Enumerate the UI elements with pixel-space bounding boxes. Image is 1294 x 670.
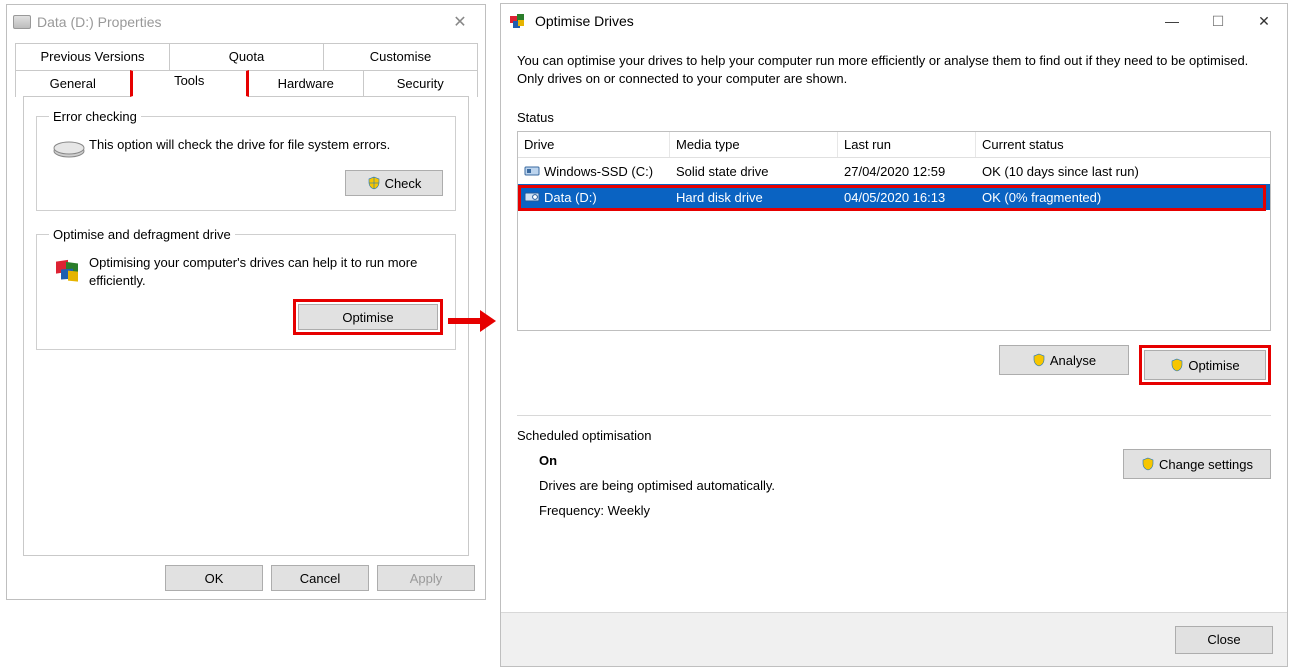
col-last[interactable]: Last run [838,132,976,157]
shield-icon [1141,457,1155,471]
optimise-text: Optimising your computer's drives can he… [89,254,443,289]
scheduled-optimisation: On Drives are being optimised automatica… [517,449,1271,523]
optimise-button-highlight: Optimise [293,299,443,335]
status-label: Status [517,110,1271,125]
error-checking-group: Error checking This option will check th… [36,109,456,211]
drive-list[interactable]: Drive Media type Last run Current status… [517,131,1271,331]
optimise-icon [49,254,89,286]
optimise-button[interactable]: Optimise [298,304,438,330]
divider [517,415,1271,416]
drive-media: Hard disk drive [670,190,838,205]
tab-hardware[interactable]: Hardware [248,70,364,97]
tab-security[interactable]: Security [363,70,479,97]
window-controls: ― ☐ ✕ [1149,6,1287,36]
properties-body: Error checking This option will check th… [23,96,469,556]
optimise-button-label: Optimise [342,310,393,325]
optimise-footer: Close [501,612,1287,666]
optimise-drives-window: Optimise Drives ― ☐ ✕ You can optimise y… [500,3,1288,667]
tab-row-1: Previous Versions Quota Customise [15,43,477,70]
drive-name: Data (D:) [544,190,597,205]
properties-window: Data (D:) Properties ✕ Previous Versions… [6,4,486,600]
optimise-drive-button[interactable]: Optimise [1144,350,1266,380]
drive-last: 04/05/2020 16:13 [838,190,976,205]
hdd-icon [524,190,540,204]
drive-last: 27/04/2020 12:59 [838,164,976,179]
optimise-legend: Optimise and defragment drive [49,227,235,242]
drive-status: OK (10 days since last run) [976,164,1270,179]
tab-quota[interactable]: Quota [169,43,324,70]
minimize-button[interactable]: ― [1149,6,1195,36]
optimise-action-buttons: Analyse Optimise [517,345,1271,385]
optimise-group: Optimise and defragment drive Optimising… [36,227,456,350]
check-button[interactable]: Check [345,170,443,196]
tab-row-2: General Tools Hardware Security [15,70,477,97]
ok-button[interactable]: OK [165,565,263,591]
analyse-button[interactable]: Analyse [999,345,1129,375]
optimise-drive-button-label: Optimise [1188,358,1239,373]
drive-list-header[interactable]: Drive Media type Last run Current status [518,132,1270,158]
sched-desc: Drives are being optimised automatically… [539,474,1123,499]
properties-titlebar[interactable]: Data (D:) Properties ✕ [7,5,485,39]
drive-row-ssd[interactable]: Windows-SSD (C:) Solid state drive 27/04… [518,158,1270,184]
properties-title: Data (D:) Properties [37,14,161,30]
drive-media: Solid state drive [670,164,838,179]
drive-name: Windows-SSD (C:) [544,164,653,179]
close-button[interactable]: ✕ [1241,6,1287,36]
sched-on: On [539,449,1123,474]
col-media[interactable]: Media type [670,132,838,157]
shield-icon [367,176,381,190]
shield-icon [1170,358,1184,372]
optimise-window-title: Optimise Drives [535,13,634,29]
drive-row-data[interactable]: Data (D:) Hard disk drive 04/05/2020 16:… [518,184,1270,210]
error-checking-text: This option will check the drive for fil… [89,136,443,154]
cancel-button[interactable]: Cancel [271,565,369,591]
optimise-body: You can optimise your drives to help you… [501,38,1287,533]
tab-general[interactable]: General [15,70,131,97]
close-button[interactable]: Close [1175,626,1273,654]
col-drive[interactable]: Drive [518,132,670,157]
close-button[interactable]: ✕ [441,8,479,36]
col-status[interactable]: Current status [976,132,1270,157]
error-checking-icon [49,136,89,160]
shield-icon [1032,353,1046,367]
tab-tools[interactable]: Tools [130,70,250,97]
ssd-icon [524,164,540,178]
error-checking-legend: Error checking [49,109,141,124]
optimise-window-icon [509,12,527,30]
optimise-button-highlight: Optimise [1139,345,1271,385]
tab-previous-versions[interactable]: Previous Versions [15,43,170,70]
analyse-button-label: Analyse [1050,353,1096,368]
check-button-label: Check [385,176,422,191]
drive-icon [13,15,31,29]
change-settings-button[interactable]: Change settings [1123,449,1271,479]
change-settings-label: Change settings [1159,457,1253,472]
properties-buttons: OK Cancel Apply [165,565,475,591]
tabs-area: Previous Versions Quota Customise Genera… [7,39,485,557]
drive-status: OK (0% fragmented) [976,190,1270,205]
sched-label: Scheduled optimisation [517,428,1271,443]
apply-button[interactable]: Apply [377,565,475,591]
annotation-arrow-icon [448,308,496,334]
optimise-intro: You can optimise your drives to help you… [517,52,1271,88]
sched-freq: Frequency: Weekly [539,499,1123,524]
tab-customise[interactable]: Customise [323,43,478,70]
maximize-button[interactable]: ☐ [1195,6,1241,36]
optimise-titlebar[interactable]: Optimise Drives ― ☐ ✕ [501,4,1287,38]
